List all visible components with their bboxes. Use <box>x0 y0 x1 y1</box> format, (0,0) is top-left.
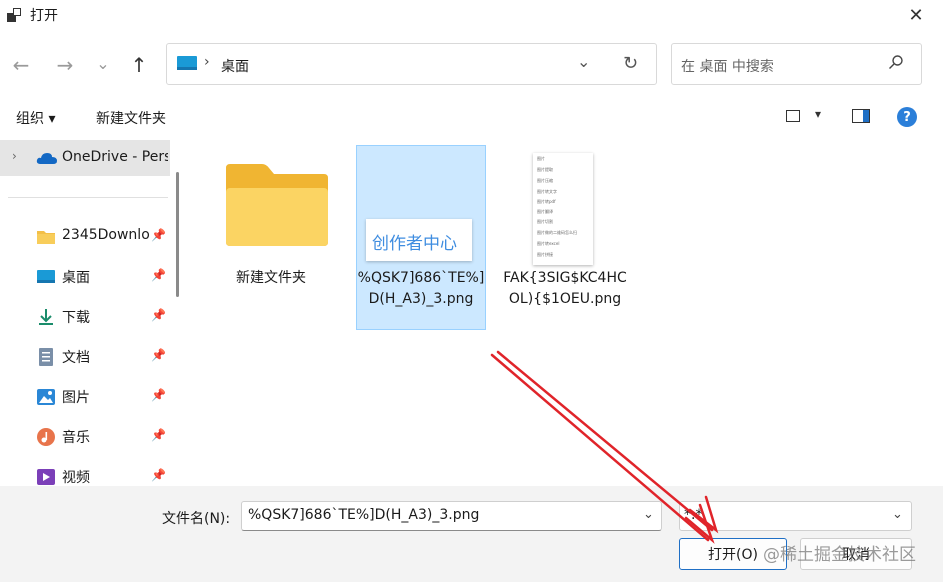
sidebar-item-label: 音乐 <box>62 430 90 446</box>
filetype-select[interactable]: *.* ⌄ <box>679 501 912 531</box>
chevron-down-icon[interactable]: ⌄ <box>892 507 903 522</box>
up-button[interactable]: ↑ <box>125 51 153 79</box>
pin-icon[interactable]: 📌 <box>151 428 166 442</box>
thumbnail-text: 创作者中心 <box>372 234 457 254</box>
file-name: FAK{3SIG$KC4HCOL){$1OEU.png <box>503 270 627 307</box>
address-dropdown-icon[interactable]: ⌄ <box>577 52 590 71</box>
thumbnail-line: 图片 <box>537 156 545 161</box>
sidebar-item-music[interactable]: 音乐 📌 <box>0 418 170 456</box>
new-folder-button[interactable]: 新建文件夹 <box>96 108 166 128</box>
chevron-down-icon[interactable]: ⌄ <box>643 507 654 522</box>
sidebar-item-downloads[interactable]: 下载 📌 <box>0 298 170 336</box>
sidebar-item-pictures[interactable]: 图片 📌 <box>0 378 170 416</box>
sidebar-item-label: 下载 <box>62 310 90 326</box>
organize-button[interactable]: 组织 ▾ <box>16 108 55 128</box>
image-thumbnail: 图片 图片提取 图片压缩 图片转文字 图片转pdf 图片翻译 图片切割 图片做的… <box>533 153 593 265</box>
preview-pane-icon[interactable] <box>852 109 870 123</box>
thumbnail-line: 图片做的二维码怎么扫 <box>537 230 577 235</box>
search-placeholder: 在 桌面 中搜索 <box>681 59 774 75</box>
sidebar-item-label: 文档 <box>62 350 90 366</box>
breadcrumb-location[interactable]: 桌面 <box>221 56 249 76</box>
sidebar-item-label: 2345Downloads <box>62 227 150 243</box>
download-icon <box>39 309 53 325</box>
cloud-icon <box>36 153 57 164</box>
thumbnail-line: 图片转excel <box>537 241 560 246</box>
help-icon[interactable]: ? <box>897 107 917 127</box>
sidebar-item-onedrive[interactable]: › OneDrive - Personal <box>0 140 170 176</box>
thumbnail-line: 图片切割 <box>537 219 553 224</box>
thumbnail-line: 图片转文字 <box>537 189 557 194</box>
pin-icon[interactable]: 📌 <box>151 308 166 322</box>
file-item-folder[interactable]: 新建文件夹 <box>206 150 336 330</box>
pin-icon[interactable]: 📌 <box>151 228 166 242</box>
app-icon <box>7 8 21 22</box>
search-input[interactable]: 在 桌面 中搜索 <box>671 43 922 85</box>
folder-icon <box>37 231 55 244</box>
search-icon[interactable] <box>888 54 904 70</box>
sidebar-item-label: 图片 <box>62 390 90 406</box>
thumbnail-line: 图片拼接 <box>537 252 553 257</box>
sidebar-item-label: OneDrive - Personal <box>62 149 168 165</box>
sidebar-scrollbar[interactable] <box>176 172 179 297</box>
sidebar-item-label: 桌面 <box>62 270 90 286</box>
pin-icon[interactable]: 📌 <box>151 268 166 282</box>
recent-locations-button[interactable]: ⌄ <box>89 49 117 77</box>
filetype-value: *.* <box>684 507 703 523</box>
desktop-icon <box>177 56 197 70</box>
thumbnail-line: 图片提取 <box>537 167 553 172</box>
sidebar-item-documents[interactable]: 文档 📌 <box>0 338 170 376</box>
forward-button[interactable]: → <box>51 51 79 79</box>
breadcrumb-separator: › <box>204 54 210 70</box>
pin-icon[interactable]: 📌 <box>151 468 166 482</box>
window-title: 打开 <box>30 8 58 24</box>
view-mode-icon[interactable] <box>786 110 800 122</box>
image-thumbnail: 创作者中心 <box>366 219 472 261</box>
thumbnail-line: 图片翻译 <box>537 209 553 214</box>
chevron-right-icon[interactable]: › <box>12 149 17 163</box>
music-icon <box>37 428 55 446</box>
filename-value[interactable]: %QSK7]686`TE%]D(H_A3)_3.png <box>248 507 479 523</box>
close-button[interactable]: ✕ <box>896 0 936 30</box>
address-bar[interactable]: › 桌面 ⌄ ↻ <box>166 43 657 85</box>
sidebar-item-2345downloads[interactable]: 2345Downloads 📌 <box>0 218 170 256</box>
thumbnail-line: 图片压缩 <box>537 178 553 183</box>
sidebar-item-desktop[interactable]: 桌面 📌 <box>0 258 170 296</box>
pictures-icon <box>37 389 55 405</box>
file-name: 新建文件夹 <box>236 270 306 286</box>
filename-input[interactable]: %QSK7]686`TE%]D(H_A3)_3.png ⌄ <box>241 501 662 531</box>
title-bar <box>0 0 943 30</box>
refresh-icon[interactable]: ↻ <box>623 53 638 74</box>
folder-icon <box>226 164 328 246</box>
sidebar-divider <box>8 197 168 198</box>
watermark: @稀土掘金技术社区 <box>763 545 916 565</box>
pin-icon[interactable]: 📌 <box>151 348 166 362</box>
filename-label: 文件名(N): <box>162 511 231 527</box>
file-name: %QSK7]686`TE%]D(H_A3)_3.png <box>357 270 485 307</box>
desktop-icon <box>37 270 55 283</box>
sidebar-item-label: 视频 <box>62 470 90 486</box>
thumbnail-line: 图片转pdf <box>537 199 556 204</box>
document-icon <box>39 348 53 366</box>
pin-icon[interactable]: 📌 <box>151 388 166 402</box>
video-icon <box>37 469 55 485</box>
view-mode-dropdown-icon[interactable]: ▾ <box>815 107 821 121</box>
back-button[interactable]: ← <box>7 51 35 79</box>
